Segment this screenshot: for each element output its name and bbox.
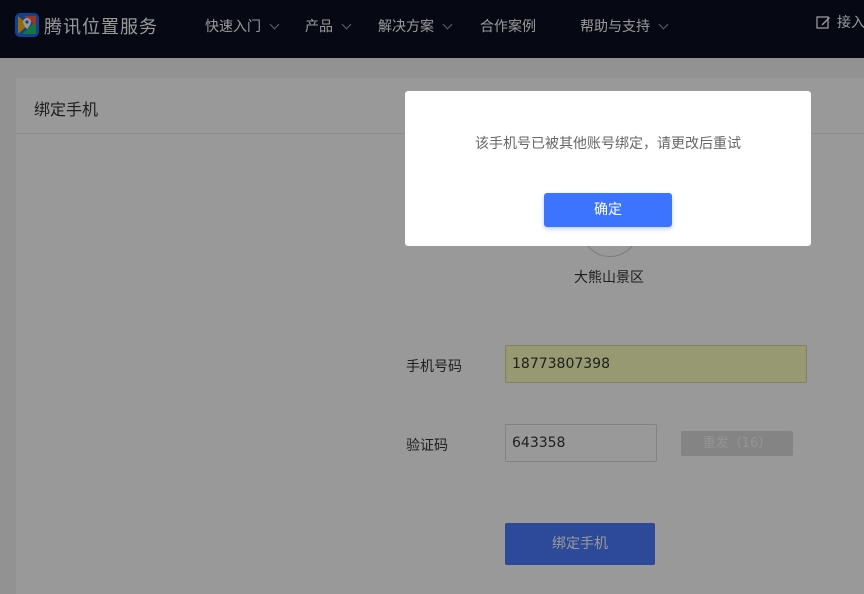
dialog-message: 该手机号已被其他账号绑定，请更改后重试 xyxy=(475,136,741,152)
modal-overlay[interactable] xyxy=(0,0,864,594)
confirm-button[interactable]: 确定 xyxy=(544,193,672,227)
alert-dialog: 该手机号已被其他账号绑定，请更改后重试 确定 xyxy=(405,91,811,246)
